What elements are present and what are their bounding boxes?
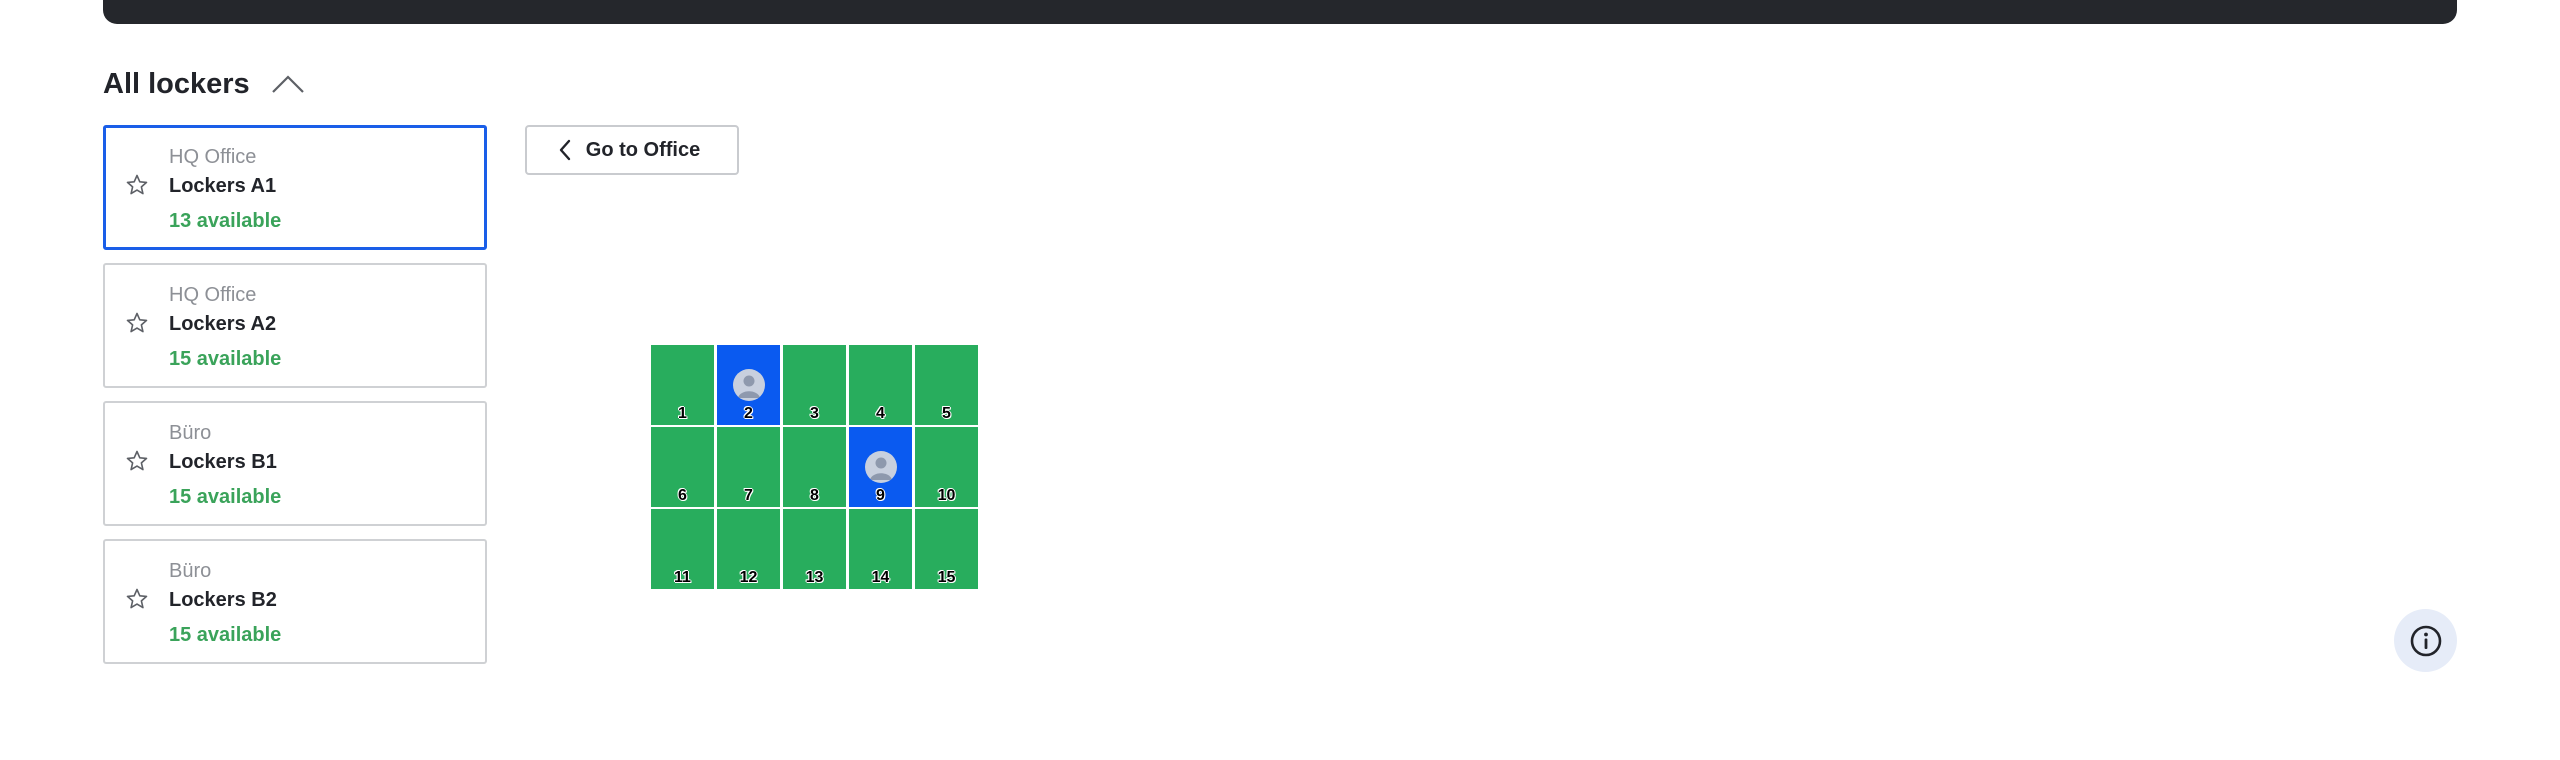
locker-cell[interactable]: 8 (783, 427, 846, 507)
locker-group-name: Lockers B2 (169, 589, 277, 611)
locker-number: 5 (942, 405, 951, 422)
locker-number: 15 (937, 569, 956, 586)
office-name: HQ Office (169, 146, 257, 168)
locker-group-name: Lockers A1 (169, 175, 277, 197)
star-icon[interactable] (125, 449, 149, 473)
locker-cell[interactable]: 9 (849, 427, 912, 507)
availability-count: 15 available (169, 348, 282, 370)
locker-cell[interactable]: 3 (783, 345, 846, 425)
collapse-toggle-button[interactable] (268, 69, 308, 99)
office-name: HQ Office (169, 284, 257, 306)
user-avatar-icon (865, 451, 897, 483)
locker-cell[interactable]: 10 (915, 427, 978, 507)
go-to-office-label: Go to Office (585, 138, 701, 161)
locker-number: 9 (876, 487, 885, 504)
locker-number: 2 (744, 405, 753, 422)
info-button[interactable] (2394, 609, 2457, 672)
section-title: All lockers (103, 67, 250, 100)
locker-number: 11 (674, 569, 691, 586)
office-name: Büro (169, 422, 212, 444)
locker-cell[interactable]: 14 (849, 509, 912, 589)
section-header: All lockers (103, 64, 308, 104)
locker-group-name: Lockers B1 (169, 451, 277, 473)
locker-number: 8 (810, 487, 819, 504)
locker-group-list: HQ Office Lockers A1 13 available HQ Off… (103, 125, 487, 677)
locker-number: 1 (678, 405, 687, 422)
locker-cell[interactable]: 7 (717, 427, 780, 507)
user-avatar-icon (733, 369, 765, 401)
locker-number: 4 (876, 405, 885, 422)
locker-number: 3 (810, 405, 819, 422)
go-to-office-button[interactable]: Go to Office (525, 125, 739, 175)
locker-group-card[interactable]: HQ Office Lockers A1 13 available (103, 125, 487, 250)
locker-cell[interactable]: 2 (717, 345, 780, 425)
star-icon[interactable] (125, 311, 149, 335)
star-icon[interactable] (125, 173, 149, 197)
chevron-up-icon (271, 75, 304, 93)
availability-count: 13 available (169, 210, 282, 232)
locker-group-card[interactable]: Büro Lockers B1 15 available (103, 401, 487, 526)
locker-grid: 1 2 3 4 5 6 7 8 9 10 11 12 13 14 15 (651, 345, 980, 590)
locker-cell[interactable]: 4 (849, 345, 912, 425)
locker-number: 10 (937, 487, 956, 504)
locker-number: 6 (678, 487, 687, 504)
locker-cell[interactable]: 6 (651, 427, 714, 507)
locker-number: 12 (739, 569, 758, 586)
office-name: Büro (169, 560, 212, 582)
locker-number: 13 (805, 569, 824, 586)
info-icon (2410, 625, 2441, 656)
locker-number: 14 (871, 569, 890, 586)
locker-cell[interactable]: 11 (651, 509, 714, 589)
header-bar (103, 0, 2457, 24)
locker-cell[interactable]: 1 (651, 345, 714, 425)
availability-count: 15 available (169, 624, 282, 646)
availability-count: 15 available (169, 486, 282, 508)
locker-cell[interactable]: 12 (717, 509, 780, 589)
locker-number: 7 (744, 487, 753, 504)
locker-cell[interactable]: 5 (915, 345, 978, 425)
locker-group-name: Lockers A2 (169, 313, 277, 335)
locker-group-card[interactable]: Büro Lockers B2 15 available (103, 539, 487, 664)
locker-group-card[interactable]: HQ Office Lockers A2 15 available (103, 263, 487, 388)
chevron-left-icon (559, 139, 570, 161)
star-icon[interactable] (125, 587, 149, 611)
locker-cell[interactable]: 15 (915, 509, 978, 589)
locker-cell[interactable]: 13 (783, 509, 846, 589)
